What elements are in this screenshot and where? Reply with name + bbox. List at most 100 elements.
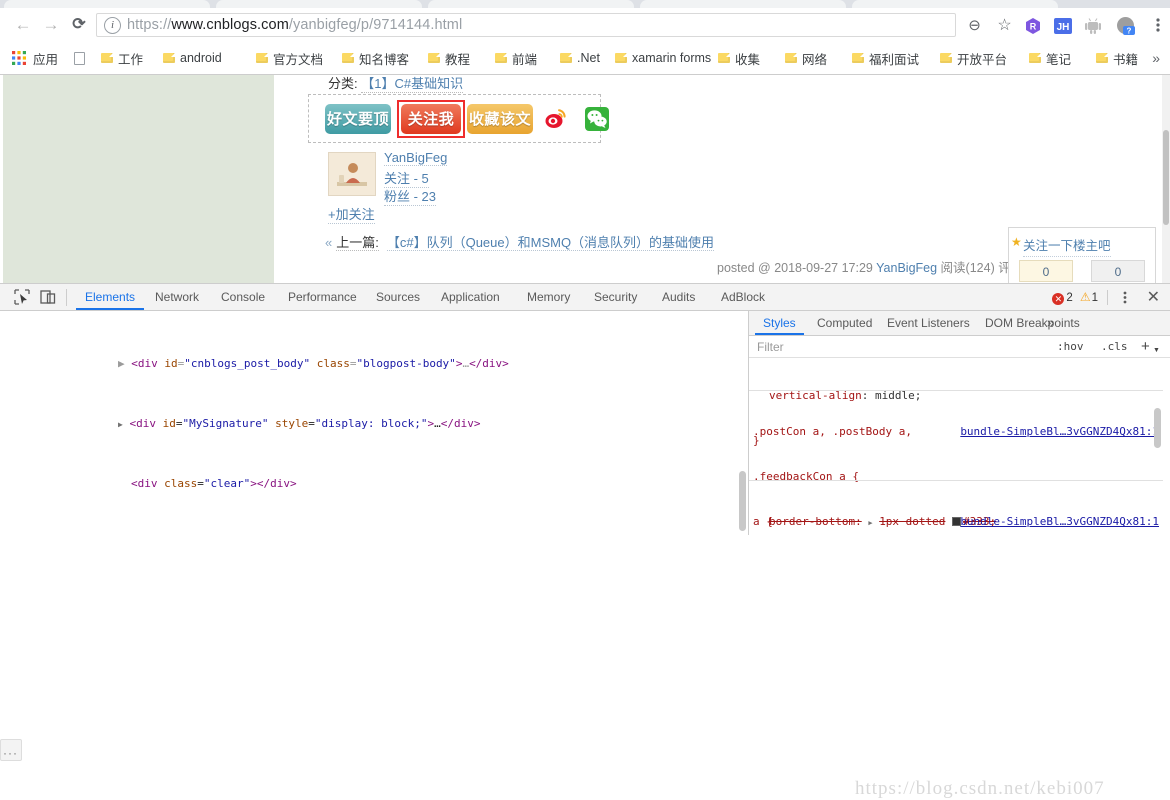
author-avatar[interactable]: [328, 152, 376, 196]
site-info-icon[interactable]: i: [104, 16, 121, 34]
styles-pane-scrollbar[interactable]: [1154, 408, 1161, 448]
star-icon: ★: [1011, 235, 1022, 249]
address-bar[interactable]: i https://www.cnblogs.com/yanbigfeg/p/97…: [96, 13, 956, 37]
styles-tabs-overflow-icon[interactable]: »: [1047, 315, 1054, 330]
style-rule-selector[interactable]: a {bundle-SimpleBl…3vGGNZD4Qx81:1: [749, 514, 1163, 529]
author-fans-count[interactable]: 粉丝 - 23: [384, 186, 437, 206]
console-error-badge[interactable]: ✕ 2 ⚠1: [1052, 290, 1098, 305]
styles-filter-input[interactable]: Filter: [757, 339, 1042, 355]
browser-tab[interactable]: [4, 0, 210, 8]
profile-avatar[interactable]: ?: [1116, 16, 1135, 36]
tab-adblock[interactable]: AdBlock: [712, 284, 774, 310]
styles-rules-list[interactable]: vertical-align: middle; } .postCon a, .p…: [749, 358, 1163, 535]
digg-count[interactable]: 0: [1019, 260, 1073, 282]
hover-state-button[interactable]: :hov: [1057, 340, 1084, 353]
folder-icon: [940, 53, 952, 63]
tab-dom-breakpoints[interactable]: DOM Breakpoints: [977, 311, 1088, 335]
wechat-share-icon[interactable]: [585, 107, 609, 131]
dom-tree[interactable]: ▶ <div id="cnblogs_post_body" class="blo…: [0, 311, 748, 535]
bookmark-star-icon[interactable]: ☆: [996, 17, 1013, 34]
dom-line-clear[interactable]: <div class="clear"></div>: [0, 476, 748, 491]
author-name-link[interactable]: YanBigFeg: [384, 150, 448, 166]
prev-post-link[interactable]: 【c#】队列（Queue）和MSMQ（消息队列）的基础使用: [386, 235, 715, 251]
chevron-down-icon[interactable]: ▼: [1153, 347, 1160, 354]
extension-icon-jh[interactable]: JH: [1054, 17, 1072, 35]
post-category: 分类: 【1】C#基础知识: [328, 75, 464, 93]
weibo-share-icon[interactable]: [545, 108, 567, 130]
tab-console[interactable]: Console: [212, 284, 274, 310]
author-following-count[interactable]: 关注 - 5: [384, 168, 429, 188]
zoom-out-icon[interactable]: ⊖: [966, 17, 983, 34]
device-toolbar-icon[interactable]: [40, 289, 56, 305]
bookmark-folder-books[interactable]: 书籍: [1096, 49, 1138, 67]
read-count: 阅读(124): [940, 261, 995, 275]
bookmarks-bar: 应用 工作 android 官方文档 知名博客 教程 前端 .Net xamar…: [0, 41, 1170, 75]
extension-icon-android[interactable]: [1084, 17, 1102, 35]
browser-tab[interactable]: [640, 0, 846, 8]
tab-security[interactable]: Security: [585, 284, 646, 310]
tab-application[interactable]: Application: [432, 284, 509, 310]
dom-line[interactable]: ▶ <div id="cnblogs_post_body" class="blo…: [0, 356, 748, 371]
tab-styles[interactable]: Styles: [755, 311, 804, 335]
bookmark-folder-xamarin-forms[interactable]: xamarin forms: [615, 49, 711, 67]
class-editor-button[interactable]: .cls: [1101, 340, 1128, 353]
digg-button[interactable]: 好文要顶: [325, 104, 391, 134]
browser-menu-icon[interactable]: [1152, 14, 1164, 36]
bookmark-folder-tutorials[interactable]: 教程: [428, 49, 470, 67]
category-link[interactable]: 【1】C#基础知识: [361, 76, 464, 93]
bookmark-folder-frontend[interactable]: 前端: [495, 49, 537, 67]
close-devtools-icon[interactable]: ✕: [1147, 287, 1160, 307]
page-scrollbar-thumb[interactable]: [1163, 130, 1169, 225]
tab-audits[interactable]: Audits: [653, 284, 704, 310]
devtools-menu-icon[interactable]: [1118, 289, 1132, 306]
inspect-element-icon[interactable]: [14, 289, 30, 305]
style-origin-link[interactable]: bundle-SimpleBl…3vGGNZD4Qx81:1: [960, 424, 1159, 439]
bookmark-folder-official-docs[interactable]: 官方文档: [256, 49, 323, 67]
bookmark-folder-open-platform[interactable]: 开放平台: [940, 49, 1007, 67]
bookmark-folder-dotnet[interactable]: .Net: [560, 49, 600, 67]
posted-author-link[interactable]: YanBigFeg: [876, 261, 937, 275]
add-follow-link[interactable]: +加关注: [328, 204, 375, 224]
favorite-button[interactable]: 收藏该文: [467, 104, 533, 134]
tab-computed[interactable]: Computed: [809, 311, 880, 335]
tab-sources[interactable]: Sources: [367, 284, 429, 310]
style-rule-selector[interactable]: .postCon a, .postBody a, bundle-SimpleBl……: [749, 424, 1163, 439]
new-style-rule-button[interactable]: +: [1141, 338, 1150, 355]
tab-event-listeners[interactable]: Event Listeners: [879, 311, 978, 335]
page-icon: [74, 51, 85, 65]
apps-grid-icon[interactable]: [12, 51, 26, 65]
bury-count[interactable]: 0: [1091, 260, 1145, 282]
bookmark-folder-work[interactable]: 工作: [101, 49, 143, 67]
tab-memory[interactable]: Memory: [518, 284, 579, 310]
dom-line-mysignature[interactable]: ▶ <div id="MySignature" style="display: …: [0, 416, 748, 431]
styles-tabbar: Styles Computed Event Listeners DOM Brea…: [749, 311, 1170, 336]
style-origin-link[interactable]: bundle-SimpleBl…3vGGNZD4Qx81:1: [960, 514, 1159, 529]
browser-tab[interactable]: [852, 0, 1058, 8]
dom-tree-scrollbar[interactable]: [739, 471, 746, 531]
follow-widget-title[interactable]: 关注一下楼主吧: [1023, 235, 1111, 257]
back-icon[interactable]: ←: [14, 16, 32, 34]
bookmark-folder-collection[interactable]: 收集: [718, 49, 760, 67]
bookmark-folder-android[interactable]: android: [163, 49, 222, 67]
browser-tab[interactable]: [428, 0, 634, 8]
bookmark-apps[interactable]: 应用: [33, 49, 58, 67]
bookmark-label: 书籍: [1113, 52, 1139, 67]
bookmark-folder-network[interactable]: 网络: [785, 49, 827, 67]
bookmarks-overflow-icon[interactable]: »: [1152, 50, 1160, 66]
tab-elements[interactable]: Elements: [76, 284, 145, 310]
browser-tab[interactable]: [216, 0, 422, 8]
follow-button-highlight-box: [397, 100, 465, 138]
browser-chrome: ← → ⟳ i https://www.cnblogs.com/yanbigfe…: [0, 0, 1170, 75]
styles-filter-bar: Filter :hov .cls + ▼: [749, 336, 1170, 358]
bookmark-folder-famous-blogs[interactable]: 知名博客: [342, 49, 409, 67]
tab-performance[interactable]: Performance: [279, 284, 366, 310]
tab-network[interactable]: Network: [146, 284, 208, 310]
forward-icon[interactable]: →: [42, 16, 60, 34]
reload-icon[interactable]: ⟳: [70, 16, 88, 34]
folder-icon: [256, 53, 268, 63]
bookmark-folder-notes[interactable]: 笔记: [1029, 49, 1071, 67]
bookmark-folder-welfare-interview[interactable]: 福利面试: [852, 49, 919, 67]
bookmark-page[interactable]: [74, 49, 89, 67]
style-rule-a[interactable]: a {bundle-SimpleBl…3vGGNZD4Qx81:1 color:…: [749, 480, 1163, 535]
extension-icon-r[interactable]: R: [1024, 17, 1042, 35]
